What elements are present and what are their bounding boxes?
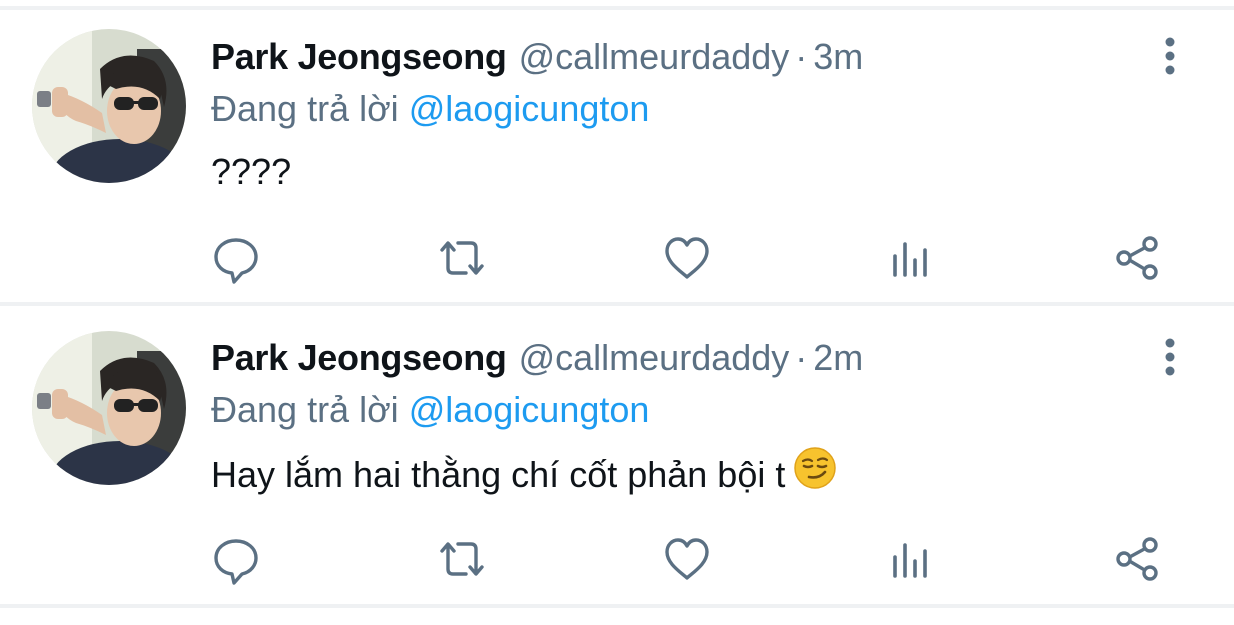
tweet-text: ???? (211, 151, 292, 192)
analytics-icon (893, 242, 927, 277)
reply-mention-link[interactable]: @laogicungton (409, 88, 650, 129)
smirking-face-emoji (793, 446, 837, 503)
reply-context: Đang trả lời @laogicungton (211, 385, 649, 435)
reply-icon (214, 238, 258, 284)
share-button[interactable] (1110, 531, 1166, 587)
timestamp[interactable]: 3m (813, 36, 863, 77)
header-separator: · (795, 337, 808, 378)
avatar[interactable] (32, 331, 186, 485)
tweet-header: Park Jeongseong @callmeurdaddy · 2m (211, 333, 863, 383)
retweet-icon (440, 241, 484, 275)
reply-button[interactable] (208, 230, 264, 286)
header-separator: · (795, 36, 808, 77)
tweet[interactable]: Park Jeongseong @callmeurdaddy · 2m Đang tr… (0, 310, 1234, 610)
more-vertical-icon[interactable] (1152, 32, 1188, 82)
share-button[interactable] (1110, 230, 1166, 286)
divider-bottom (0, 604, 1234, 608)
author-name[interactable]: Park Jeongseong (211, 36, 507, 77)
reply-mention-link[interactable]: @laogicungton (409, 389, 650, 430)
more-vertical-icon[interactable] (1152, 333, 1188, 383)
reply-prefix: Đang trả lời (211, 389, 399, 430)
reply-button[interactable] (208, 531, 264, 587)
heart-icon (665, 237, 709, 279)
retweet-icon (440, 542, 484, 576)
share-icon (1116, 537, 1158, 581)
like-button[interactable] (659, 230, 715, 286)
avatar[interactable] (32, 29, 186, 183)
author-handle[interactable]: @callmeurdaddy (519, 36, 790, 77)
avatar-photo (32, 29, 186, 183)
tweet[interactable]: Park Jeongseong @callmeurdaddy · 3m Đang tr… (0, 10, 1234, 310)
tweet-feed: Park Jeongseong @callmeurdaddy · 3m Đang tr… (0, 0, 1234, 625)
author-name[interactable]: Park Jeongseong (211, 337, 507, 378)
heart-icon (665, 538, 709, 580)
reply-prefix: Đang trả lời (211, 88, 399, 129)
timestamp[interactable]: 2m (813, 337, 863, 378)
reply-context: Đang trả lời @laogicungton (211, 84, 649, 134)
tweet-text: Hay lắm hai thằng chí cốt phản bội t (211, 454, 786, 495)
analytics-button[interactable] (884, 531, 940, 587)
retweet-button[interactable] (434, 531, 490, 587)
share-icon (1116, 236, 1158, 280)
tweet-text-line: Hay lắm hai thằng chí cốt phản bội t (211, 447, 837, 500)
like-button[interactable] (659, 531, 715, 587)
tweet-header: Park Jeongseong @callmeurdaddy · 3m (211, 32, 863, 82)
reply-icon (214, 539, 258, 585)
analytics-button[interactable] (884, 230, 940, 286)
retweet-button[interactable] (434, 230, 490, 286)
author-handle[interactable]: @callmeurdaddy (519, 337, 790, 378)
analytics-icon (893, 543, 927, 578)
divider-middle (0, 302, 1234, 306)
avatar-photo (32, 331, 186, 485)
